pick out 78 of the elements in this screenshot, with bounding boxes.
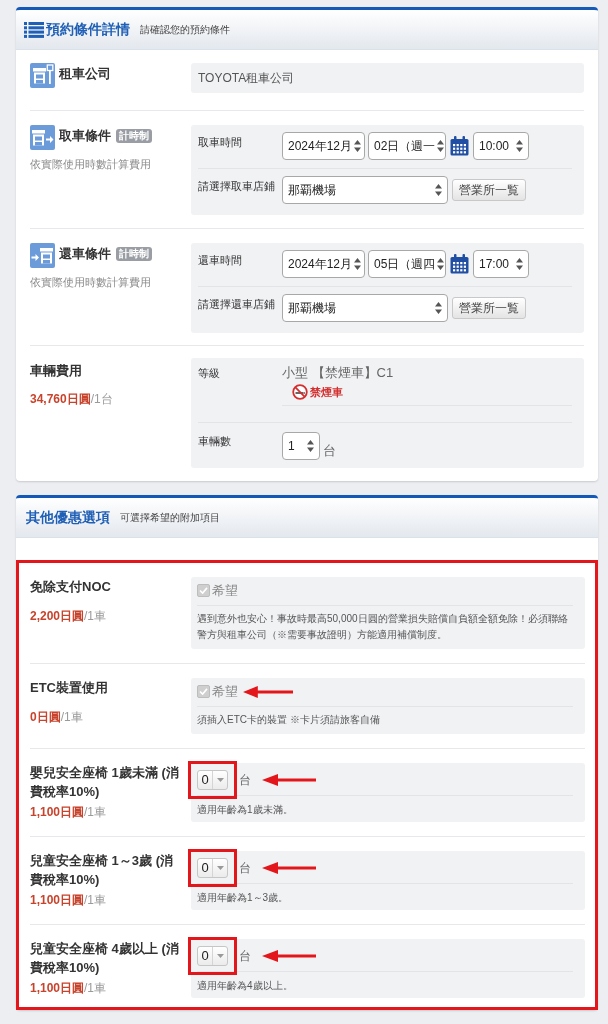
option-description: 適用年齡為4歲以上。: [197, 978, 294, 993]
company-name-display: TOYOTA租車公司: [191, 63, 584, 93]
row-title: 租車公司: [59, 65, 111, 83]
unit-label: 台: [323, 442, 336, 460]
row-title: 取車條件: [59, 127, 111, 145]
row-title: 車輛費用: [30, 362, 82, 380]
option-description: 適用年齡為1～3歲。: [197, 890, 290, 905]
billing-badge: 計時制: [116, 129, 152, 143]
sort-arrows-icon: [435, 302, 442, 314]
billing-badge: 計時制: [116, 247, 152, 261]
option-description: 遇到意外也安心！事故時最高50,000日圓的營業損失賠償自負額全額免除！必須聯絡警方與租車公司（※需要事故證明）方能適用補償制度。: [197, 611, 569, 642]
option-title: 兒童安全座椅 4歲以上 (消費稅率10%): [30, 939, 180, 977]
check-icon: [199, 587, 208, 594]
list-icon: [24, 21, 44, 38]
card-title: 其他優惠選項: [26, 507, 110, 527]
row-note: 依實際使用時數計算費用: [30, 275, 152, 289]
sort-arrows-icon: [354, 258, 362, 270]
calendar-icon[interactable]: [450, 136, 469, 156]
month-select[interactable]: 2024年12月: [282, 132, 365, 160]
price-text: 1,100日圓/1車: [30, 979, 108, 996]
shop-arrow-out-icon: [30, 125, 55, 150]
sort-arrows-icon: [437, 140, 445, 152]
store-select[interactable]: 那覇機場: [282, 176, 448, 204]
field-label: 取車時間: [198, 135, 243, 150]
sort-arrows-icon: [437, 258, 445, 270]
arrow-into-shop-icon: [30, 243, 55, 268]
price-text: 1,100日圓/1車: [30, 803, 108, 820]
caret-icon: [216, 953, 224, 958]
shop-sign-icon: [30, 63, 55, 88]
price-text: 0日圓/1車: [30, 708, 84, 725]
unit-label: 台: [239, 771, 251, 789]
quantity-select[interactable]: 0: [197, 769, 228, 790]
checkbox-label: 希望: [212, 683, 238, 700]
day-select[interactable]: 05日（週四: [368, 250, 446, 278]
sort-arrows-icon: [435, 184, 442, 196]
non-smoking-tag: 禁煙車: [310, 383, 343, 401]
day-select[interactable]: 02日（週一: [368, 132, 446, 160]
vehicle-class-text: 小型 【禁煙車】C1: [282, 365, 395, 381]
price-text: 34,760日圓/1台: [30, 391, 114, 407]
car-count-select[interactable]: 1: [282, 432, 320, 460]
card-subtitle: 可選擇希望的附加項目: [120, 510, 220, 525]
sort-arrows-icon: [354, 140, 362, 152]
sort-arrows-icon: [516, 140, 523, 152]
caret-icon: [216, 777, 224, 782]
row-title: 還車條件: [59, 245, 111, 263]
sort-arrows-icon: [516, 258, 523, 270]
no-smoking-icon: [292, 384, 308, 400]
row-note: 依實際使用時數計算費用: [30, 157, 152, 171]
office-list-button[interactable]: 營業所一覧: [452, 179, 526, 201]
store-select[interactable]: 那覇機場: [282, 294, 448, 322]
quantity-select[interactable]: 0: [197, 857, 228, 878]
caret-icon: [216, 865, 224, 870]
calendar-icon[interactable]: [450, 254, 469, 274]
card-title: 預約條件詳情: [46, 20, 130, 39]
time-select[interactable]: 10:00: [473, 132, 529, 160]
field-label: 還車時間: [198, 253, 243, 268]
quantity-select[interactable]: 0: [197, 945, 228, 966]
field-label: 車輛數: [198, 434, 232, 449]
time-select[interactable]: 17:00: [473, 250, 529, 278]
office-list-button[interactable]: 營業所一覧: [452, 297, 526, 319]
price-text: 2,200日圓/1車: [30, 607, 108, 624]
checkbox-label: 希望: [212, 582, 238, 599]
field-label: 等級: [198, 366, 221, 381]
sort-arrows-icon: [307, 440, 314, 452]
check-icon: [199, 688, 208, 695]
month-select[interactable]: 2024年12月: [282, 250, 365, 278]
option-description: 須插入ETC卡的裝置 ※卡片須請旅客自備: [197, 712, 381, 727]
unit-label: 台: [239, 859, 251, 877]
card-subtitle: 請確認您的預約條件: [140, 23, 230, 37]
field-label: 請選擇還車店鋪: [198, 297, 276, 312]
field-label: 請選擇取車店鋪: [198, 179, 276, 194]
unit-label: 台: [239, 947, 251, 965]
option-title: 嬰兒安全座椅 1歲未滿 (消費稅率10%): [30, 763, 180, 801]
option-title: 兒童安全座椅 1～3歲 (消費稅率10%): [30, 851, 174, 889]
option-description: 適用年齡為1歲未滿。: [197, 802, 294, 817]
option-title: 免除支付NOC: [30, 577, 112, 596]
option-title: ETC裝置使用: [30, 678, 109, 697]
price-text: 1,100日圓/1車: [30, 891, 108, 908]
